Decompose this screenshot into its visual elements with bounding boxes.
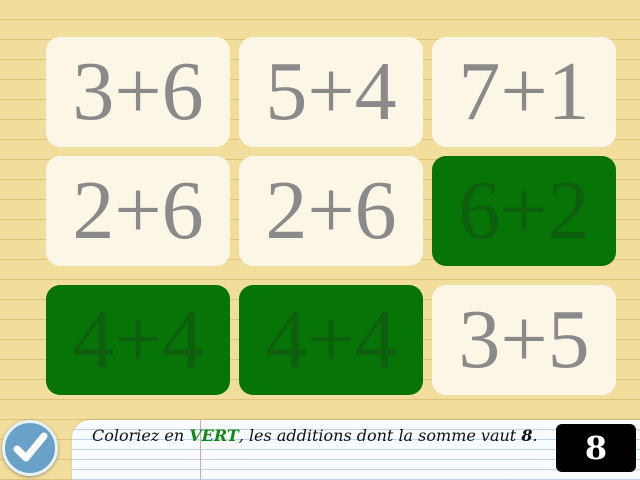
tile-9[interactable]: 3+5 (432, 285, 616, 395)
tile-2[interactable]: 5+4 (239, 37, 423, 147)
tile-7[interactable]: 4+4 (46, 285, 230, 395)
tile-5[interactable]: 2+6 (239, 156, 423, 266)
check-icon (13, 432, 48, 462)
instruction-text: Coloriez en VERT, les additions dont la … (92, 426, 552, 445)
instruction-end: . (532, 426, 538, 445)
validate-button[interactable] (2, 420, 58, 476)
tile-1[interactable]: 3+6 (46, 37, 230, 147)
instruction-part2: , les additions dont la somme vaut (238, 426, 522, 445)
instruction-bar: Coloriez en VERT, les additions dont la … (72, 420, 640, 480)
instruction-target: 8 (521, 426, 533, 445)
tile-3[interactable]: 7+1 (432, 37, 616, 147)
tile-6[interactable]: 6+2 (432, 156, 616, 266)
tile-4[interactable]: 2+6 (46, 156, 230, 266)
target-number: 8 (584, 429, 608, 467)
instruction-color-word: VERT (189, 426, 239, 445)
target-number-box: 8 (556, 424, 636, 472)
tile-8[interactable]: 4+4 (239, 285, 423, 395)
instruction-part1: Coloriez en (92, 426, 190, 445)
